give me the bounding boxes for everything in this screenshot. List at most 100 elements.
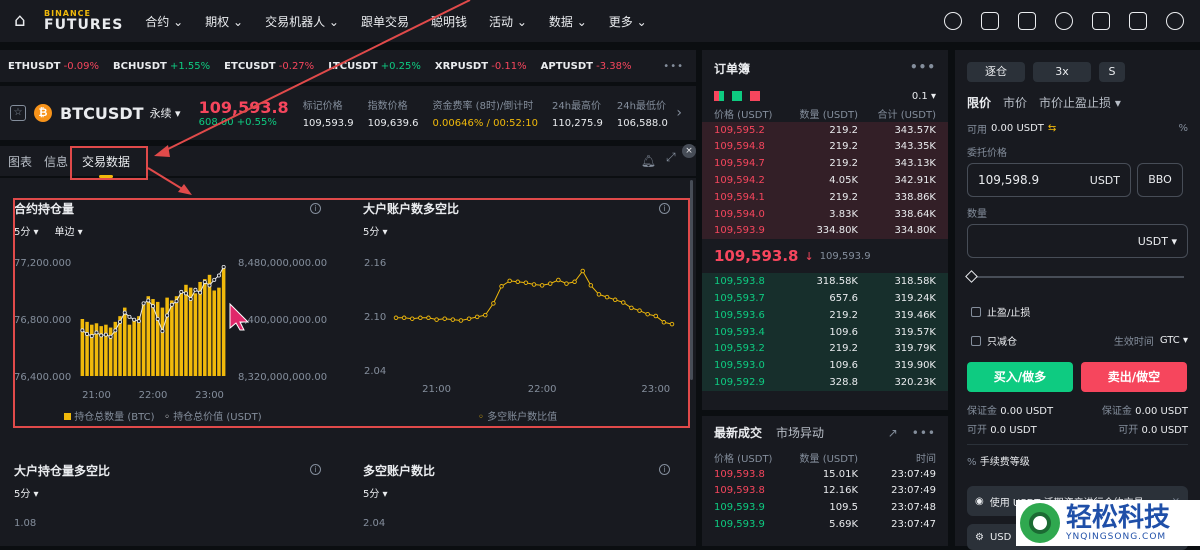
top-icons	[944, 12, 1184, 30]
scrollbar[interactable]	[690, 180, 693, 380]
precision-select[interactable]: 0.1 ▾	[912, 91, 936, 102]
theme-moon-icon[interactable]	[1166, 12, 1184, 30]
tab-market-movers[interactable]: 市场异动	[776, 424, 824, 441]
reduce-only-checkbox[interactable]	[971, 335, 981, 346]
orderbook-row[interactable]: 109,593.4 109.6 319.57K	[702, 323, 948, 341]
tab-highlight-box	[70, 146, 148, 180]
annotation-arrows	[147, 0, 471, 195]
quantity-slider[interactable]	[965, 270, 1188, 283]
ticker-item[interactable]: APTUSDT -3.38%	[541, 61, 632, 72]
y-tick: 1.08	[14, 518, 37, 529]
transfer-icon[interactable]: ⇆	[1048, 123, 1056, 134]
orderbook-row[interactable]: 109,594.1 219.2 338.86K	[702, 188, 948, 206]
view-bids-icon[interactable]	[732, 91, 742, 101]
chevron-right-icon[interactable]: ›	[676, 105, 682, 121]
tab-limit[interactable]: 限价	[967, 94, 991, 111]
more-icon[interactable]: •••	[910, 60, 936, 77]
tif-select[interactable]: GTC ▾	[1160, 335, 1188, 346]
orderbook-row[interactable]: 109,593.7 657.6 319.24K	[702, 290, 948, 307]
percent-icon: %	[967, 457, 977, 468]
panel-title: 大户持仓量多空比	[14, 464, 111, 478]
buy-long-button[interactable]: 买入/做多	[967, 362, 1073, 392]
help-icon[interactable]	[1092, 12, 1110, 30]
more-icon[interactable]: •••	[663, 61, 684, 72]
interval-select[interactable]: 5分 ▾	[14, 485, 324, 500]
globe-icon[interactable]	[1055, 12, 1073, 30]
openable-label: 可开	[967, 425, 987, 436]
top-trader-position-ratio-panel: 大户持仓量多空比 5分 ▾ 1.08	[14, 462, 324, 529]
home-icon[interactable]: ⌂	[14, 11, 34, 31]
quantity-input[interactable]: USDT ▾	[967, 224, 1188, 258]
settings-icon[interactable]	[1129, 12, 1147, 30]
orderbook-row[interactable]: 109,593.9 334.80K 334.80K	[702, 222, 948, 240]
price-input[interactable]: 109,598.9 USDT	[967, 163, 1131, 197]
orderbook-row[interactable]: 109,594.8 219.2 343.35K	[702, 138, 948, 156]
tab-recent-trades[interactable]: 最新成交	[714, 424, 762, 441]
available-label: 可用	[967, 125, 987, 136]
orderbook-header: 价格 (USDT) 数量 (USDT) 合计 (USDT)	[714, 109, 936, 121]
arrow-down-icon: ↓	[804, 249, 814, 263]
orderbook-row[interactable]: 109,594.2 4.05K 342.91K	[702, 172, 948, 189]
wallet-icon[interactable]	[981, 12, 999, 30]
orderbook-row[interactable]: 109,595.2 219.2 343.57K	[702, 121, 948, 139]
trade-row: 109,593.9 109.5 23:07:48	[714, 502, 936, 514]
margin-mode-button[interactable]: 逐仓	[967, 62, 1025, 82]
sell-short-button[interactable]: 卖出/做空	[1081, 362, 1187, 392]
trades-list: 109,593.8 15.01K 23:07:49 109,593.8 12.16K 23…	[702, 466, 948, 533]
close-icon[interactable]: ×	[682, 144, 696, 158]
reduce-only-label: 只减仓	[987, 337, 1017, 348]
btc-coin-icon: ₿	[34, 104, 52, 122]
watermark-logo: 轻松科技 YNQINGSONG.COM	[1016, 500, 1200, 546]
orderbook-row[interactable]: 109,593.0 109.6 319.90K	[702, 357, 948, 375]
orderbook-row[interactable]: 109,593.8 318.58K 318.58K	[702, 273, 948, 291]
leverage-button[interactable]: 3x	[1033, 62, 1091, 82]
binance-futures-logo[interactable]: BINANCE FUTURES	[44, 10, 123, 33]
watermark-en: YNQINGSONG.COM	[1066, 531, 1167, 542]
orderbook-row[interactable]: 109,594.0 3.83K 338.64K	[702, 205, 948, 223]
position-mode-button[interactable]: S	[1099, 62, 1125, 82]
order-panel: 逐仓 3x S 限价 市价 市价止盈止损 ▾ 可用 0.00 USDT ⇆ % …	[955, 50, 1200, 550]
tpsl-checkbox[interactable]	[971, 306, 981, 317]
user-icon[interactable]	[944, 12, 962, 30]
orderbook-row[interactable]: 109,592.9 328.8 320.23K	[702, 374, 948, 391]
bids-list: 109,593.8 318.58K 318.58K 109,593.7 657.6 319…	[702, 273, 948, 391]
orders-icon[interactable]	[1018, 12, 1036, 30]
info-icon[interactable]: i	[659, 464, 670, 475]
fee-level[interactable]: % 手续费等级	[967, 444, 1188, 468]
stat-24h-high: 24h最高价 110,275.9	[552, 101, 603, 129]
bbo-button[interactable]: BBO	[1137, 163, 1183, 197]
quantity-label: 数量	[967, 209, 987, 220]
menu-more[interactable]: 更多 ⌄	[609, 13, 647, 30]
tab-market[interactable]: 市价	[1003, 94, 1027, 111]
recent-trades: 最新成交 市场异动 ↗ ••• 价格 (USDT) 数量 (USDT) 时间 109…	[702, 416, 948, 546]
ticker-item[interactable]: ETHUSDT -0.09%	[8, 61, 99, 72]
interval-select[interactable]: 5分 ▾	[363, 485, 673, 500]
symbol-name[interactable]: BTCUSDT	[60, 104, 144, 123]
tpsl-label: 止盈/止损	[987, 308, 1031, 319]
menu-data[interactable]: 数据 ⌄	[549, 13, 587, 30]
favorite-star-icon[interactable]: ☆	[10, 105, 26, 121]
calculator-icon[interactable]: %	[1178, 123, 1188, 134]
external-link-icon[interactable]: ↗	[888, 426, 898, 440]
slider-handle[interactable]	[965, 270, 978, 283]
margin-value: 0.00 USDT	[1000, 406, 1054, 417]
tif-label: 生效时间	[1113, 337, 1154, 348]
menu-activity[interactable]: 活动 ⌄	[489, 13, 527, 30]
panel-highlight-box	[13, 198, 690, 428]
expand-icon[interactable]: ⤢	[666, 150, 682, 166]
tab-stop-market[interactable]: 市价止盈止损 ▾	[1039, 94, 1121, 111]
openable-label: 可开	[1118, 425, 1139, 436]
orderbook-row[interactable]: 109,593.2 219.2 319.79K	[702, 340, 948, 358]
margin-label: 保证金	[967, 406, 997, 417]
tab-info[interactable]: 信息	[44, 153, 68, 170]
watermark-icon	[1020, 503, 1060, 543]
tab-chart[interactable]: 图表	[8, 153, 32, 170]
panel-title: 多空账户数比	[363, 464, 436, 478]
orderbook-row[interactable]: 109,594.7 219.2 343.13K	[702, 155, 948, 173]
info-icon[interactable]: i	[310, 464, 321, 475]
orderbook-row[interactable]: 109,593.6 219.2 319.46K	[702, 306, 948, 324]
view-asks-icon[interactable]	[750, 91, 760, 101]
view-both-icon[interactable]	[714, 91, 724, 101]
bell-icon[interactable]: 🔔︎	[641, 154, 656, 168]
more-icon[interactable]: •••	[912, 426, 936, 440]
